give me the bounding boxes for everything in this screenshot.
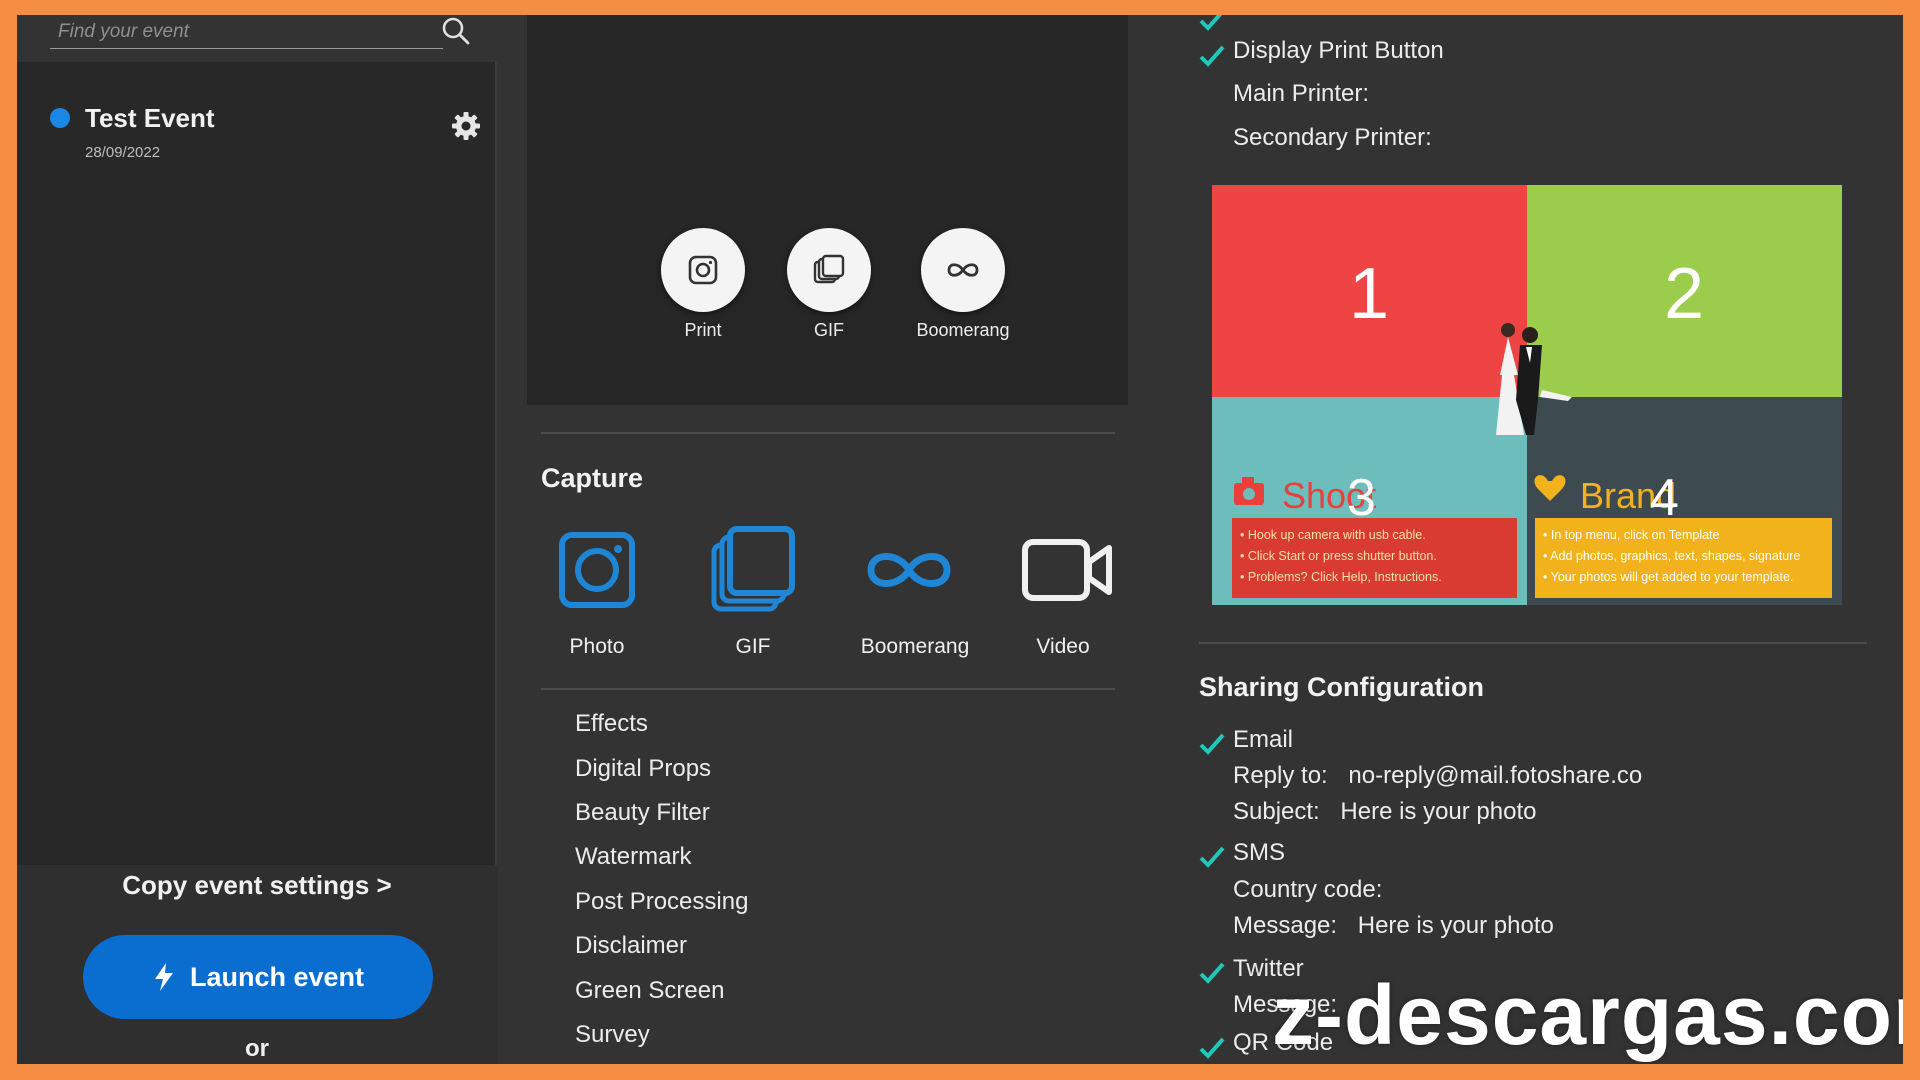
- launch-event-label: Launch event: [189, 961, 365, 992]
- camera-icon: [688, 255, 718, 285]
- event-list: Test Event 28/09/2022: [17, 15, 497, 865]
- divider: [541, 688, 1115, 690]
- print-template-preview: 1 2 Shoot 3 • Hook up camera with usb ca…: [1212, 185, 1842, 605]
- check-icon: [1199, 1037, 1225, 1059]
- sms-message-label: Message:: [1233, 912, 1338, 939]
- menu-disclaimer[interactable]: Disclaimer: [575, 932, 687, 960]
- sharing-configuration-title: Sharing Configuration: [1199, 672, 1484, 702]
- event-name: Test Event: [85, 103, 215, 133]
- watermark-text: z-descargas.com: [1272, 968, 1903, 1062]
- check-icon: [1199, 733, 1225, 755]
- menu-survey[interactable]: Survey: [575, 1021, 650, 1049]
- search-bar: [17, 15, 497, 62]
- lightning-icon: [154, 963, 173, 991]
- menu-beauty-filter[interactable]: Beauty Filter: [575, 799, 710, 827]
- search-input[interactable]: [50, 15, 443, 49]
- menu-green-screen[interactable]: Green Screen: [575, 977, 724, 1005]
- event-preview: Print GIF Boomerang: [527, 15, 1128, 405]
- check-icon: [1199, 15, 1223, 31]
- sidebar: Test Event 28/09/2022: [17, 15, 497, 1064]
- menu-effects[interactable]: Effects: [575, 710, 648, 738]
- shoot-bullet-2: • Click Start or press shutter button.: [1240, 549, 1437, 563]
- sms-message-value: Here is your photo: [1357, 912, 1554, 939]
- search-icon[interactable]: [439, 15, 473, 49]
- preview-gif-button[interactable]: [787, 228, 871, 312]
- subject-value: Here is your photo: [1340, 798, 1537, 825]
- subject-label: Subject:: [1233, 798, 1320, 825]
- secondary-printer-label: Secondary Printer:: [1233, 124, 1432, 151]
- infinity-icon: [947, 263, 979, 277]
- gif-icon: [813, 254, 845, 284]
- check-icon: [1199, 962, 1225, 984]
- reply-to-row: Reply to: no-reply@mail.fotoshare.co: [1233, 762, 1642, 790]
- brand-bullet-2: • Add photos, graphics, text, shapes, si…: [1543, 549, 1800, 563]
- gif-mode-label[interactable]: GIF: [673, 635, 833, 659]
- preview-print-button[interactable]: [661, 228, 745, 312]
- preview-boomerang-label: Boomerang: [916, 320, 1010, 340]
- photo-mode-label[interactable]: Photo: [517, 635, 677, 659]
- boomerang-mode-icon[interactable]: [859, 520, 959, 620]
- video-mode-label[interactable]: Video: [983, 635, 1143, 659]
- preview-boomerang-button[interactable]: [921, 228, 1005, 312]
- event-date: 28/09/2022: [85, 144, 161, 161]
- reply-to-label: Reply to:: [1233, 762, 1328, 789]
- subject-row: Subject: Here is your photo: [1233, 798, 1537, 826]
- sms-option: SMS: [1233, 839, 1286, 866]
- menu-digital-props[interactable]: Digital Props: [575, 755, 711, 783]
- template-number-1: 1: [1349, 254, 1389, 334]
- launch-event-button[interactable]: Launch event: [83, 935, 433, 1019]
- boomerang-mode-label[interactable]: Boomerang: [835, 635, 995, 659]
- capture-title: Capture: [541, 463, 644, 493]
- event-list-item[interactable]: Test Event 28/09/2022: [17, 87, 497, 167]
- brand-bullet-3: • Your photos will get added to your tem…: [1543, 570, 1793, 584]
- email-option: Email: [1233, 726, 1294, 753]
- video-camera-icon[interactable]: [1017, 520, 1117, 620]
- or-separator: or: [245, 1035, 269, 1062]
- shoot-bullet-3: • Problems? Click Help, Instructions.: [1240, 570, 1442, 584]
- divider: [1199, 642, 1867, 644]
- divider: [541, 432, 1115, 434]
- template-number-2: 2: [1664, 254, 1704, 334]
- country-code-label: Country code:: [1233, 876, 1383, 903]
- event-status-dot: [50, 108, 70, 128]
- copy-event-settings-link[interactable]: Copy event settings >: [17, 870, 497, 901]
- menu-watermark[interactable]: Watermark: [575, 843, 691, 871]
- sms-message-row: Message: Here is your photo: [1233, 912, 1554, 940]
- reply-to-value: no-reply@mail.fotoshare.co: [1348, 762, 1643, 789]
- display-print-button-option: Display Print Button: [1233, 37, 1444, 64]
- gif-mode-icon[interactable]: [703, 520, 803, 620]
- photo-mode-icon[interactable]: [547, 520, 647, 620]
- menu-post-processing[interactable]: Post Processing: [575, 888, 748, 916]
- gear-icon[interactable]: [451, 111, 481, 141]
- main-printer-label: Main Printer:: [1233, 80, 1370, 107]
- brand-bullet-1: • In top menu, click on Template: [1543, 528, 1720, 542]
- check-icon: [1199, 45, 1225, 67]
- shoot-bullet-1: • Hook up camera with usb cable.: [1240, 528, 1426, 542]
- app-window: Test Event 28/09/2022: [17, 15, 1903, 1064]
- check-icon: [1199, 846, 1225, 868]
